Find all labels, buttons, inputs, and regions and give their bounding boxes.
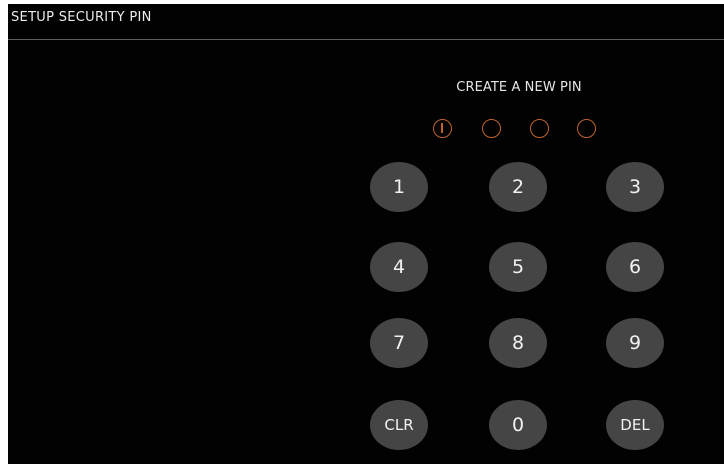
delete-button[interactable]: DEL [606,400,664,450]
key-8-button[interactable]: 8 [489,318,547,368]
key-3-button[interactable]: 3 [606,162,664,212]
key-1-button[interactable]: 1 [370,162,428,212]
key-5-button[interactable]: 5 [489,242,547,292]
key-6-button[interactable]: 6 [606,242,664,292]
page-title: SETUP SECURITY PIN [11,10,152,25]
pin-setup-screen: SETUP SECURITY PIN CREATE A NEW PIN 1 2 … [8,4,724,464]
key-7-button[interactable]: 7 [370,318,428,368]
pin-dot-2 [482,119,501,138]
pin-dot-4 [577,119,596,138]
pin-dot-3 [530,119,549,138]
create-pin-prompt: CREATE A NEW PIN [456,80,582,95]
key-9-button[interactable]: 9 [606,318,664,368]
key-2-button[interactable]: 2 [489,162,547,212]
key-4-button[interactable]: 4 [370,242,428,292]
pin-dot-1 [433,119,452,138]
key-0-button[interactable]: 0 [489,400,547,450]
title-bar: SETUP SECURITY PIN [8,4,724,40]
clear-button[interactable]: CLR [370,400,428,450]
